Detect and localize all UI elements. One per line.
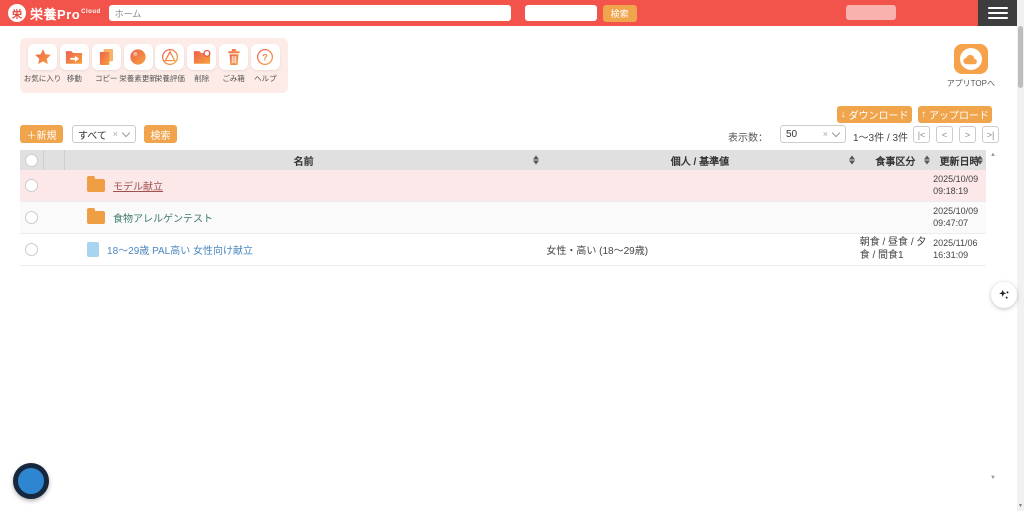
column-header-meal[interactable]: 食事区分 <box>858 150 933 170</box>
trash-icon <box>219 44 249 70</box>
app-logo: 栄 栄養ProCloud <box>0 4 109 23</box>
row-updated: 2025/11/06 16:31:09 <box>933 237 978 260</box>
window-scrollbar-thumb[interactable] <box>1018 26 1023 88</box>
header-search-button[interactable]: 検索 <box>602 4 637 22</box>
account-button[interactable] <box>846 5 896 20</box>
row-updated: 2025/10/09 09:47:07 <box>933 205 979 228</box>
toolbar-nutrient-update-button[interactable]: 栄養素更新 <box>119 44 157 84</box>
table-row[interactable]: 18〜29歳 PAL高い 女性向け献立 女性・高い (18〜29歳) 朝食 / … <box>20 234 986 266</box>
sparkle-icon <box>999 289 1009 299</box>
toolbar-help-button[interactable]: ? ヘルプ <box>250 44 281 84</box>
svg-text:?: ? <box>263 53 269 63</box>
download-icon: ↓ <box>840 109 846 120</box>
header-search-input[interactable] <box>524 5 597 21</box>
table-scroll-down-icon[interactable]: ▼ <box>990 475 996 481</box>
folder-icon <box>87 176 106 192</box>
breadcrumb[interactable]: ホーム <box>108 5 511 21</box>
pagination-last-button[interactable]: >| <box>982 126 999 143</box>
table-header-row: 名前 個人 / 基準値 食事区分 更新日時 <box>20 150 986 170</box>
nutrient-ball-icon <box>123 44 153 70</box>
upload-button[interactable]: ↑ アップロード <box>918 106 992 123</box>
display-count-value: 50 <box>786 128 798 140</box>
row-radio[interactable] <box>25 243 39 256</box>
sort-icon[interactable] <box>977 155 984 165</box>
table-row[interactable]: モデル献立 2025/10/09 09:18:19 <box>20 170 986 202</box>
scrollbar-down-arrow-icon[interactable]: ▼ <box>1017 503 1024 509</box>
column-header-updated[interactable]: 更新日時 <box>933 150 986 170</box>
app-logo-cloud-sup: Cloud <box>81 9 101 16</box>
app-top-button[interactable]: アプリTOPへ <box>947 44 995 89</box>
delete-folder-icon <box>187 44 217 70</box>
toolbar: お気に入り 移動 コピー 栄養素更新 栄養評価 削除 ごみ箱 ? ヘルプ <box>20 38 288 93</box>
folder-icon <box>87 208 106 224</box>
column-header-name[interactable]: 名前 <box>65 150 542 170</box>
table-header-spacer <box>44 150 66 170</box>
row-updated: 2025/10/09 09:18:19 <box>933 173 979 196</box>
toolbar-move-button[interactable]: 移動 <box>59 44 90 84</box>
row-name-link[interactable]: モデル献立 <box>113 178 163 193</box>
display-count-label: 表示数： <box>728 133 768 144</box>
upload-icon: ↑ <box>921 109 926 120</box>
download-button[interactable]: ↓ ダウンロード <box>837 106 912 123</box>
row-radio[interactable] <box>25 211 39 224</box>
table-scroll-up-icon[interactable]: ▲ <box>990 152 996 158</box>
toolbar-favorite-button[interactable]: お気に入り <box>24 44 61 84</box>
copy-icon <box>91 44 121 70</box>
row-name-link[interactable]: 食物アレルゲンテスト <box>113 210 213 225</box>
pagination-next-button[interactable]: > <box>959 126 976 143</box>
pagination-first-button[interactable]: |< <box>913 126 930 143</box>
table-row[interactable]: 食物アレルゲンテスト 2025/10/09 09:47:07 <box>20 202 986 234</box>
filter-clear-icon[interactable]: × <box>113 129 118 139</box>
hamburger-menu-icon[interactable] <box>978 0 1017 26</box>
result-range-text: 1〜3件 / 3件 <box>853 133 909 144</box>
help-question-icon: ? <box>250 44 280 70</box>
favorite-star-icon <box>28 44 57 70</box>
assistant-sparkle-button[interactable] <box>991 282 1017 308</box>
sort-icon[interactable] <box>924 155 931 165</box>
app-header: 栄 栄養ProCloud ホーム 検索 <box>0 0 1024 26</box>
pagination-prev-button[interactable]: < <box>936 126 953 143</box>
filter-dropdown-value: すべて <box>78 130 107 142</box>
sort-icon[interactable] <box>533 155 540 165</box>
display-count-clear-icon[interactable]: × <box>823 129 828 139</box>
filter-dropdown[interactable]: すべて × <box>72 125 136 143</box>
toolbar-delete-button[interactable]: 削除 <box>186 44 217 84</box>
row-name-link[interactable]: 18〜29歳 PAL高い 女性向け献立 <box>107 242 253 257</box>
row-radio[interactable] <box>25 179 39 192</box>
move-folder-icon <box>59 44 89 70</box>
app-logo-icon: 栄 <box>8 4 26 22</box>
chevron-down-icon <box>831 128 841 137</box>
toolbar-nutrition-eval-button[interactable]: 栄養評価 <box>154 44 185 84</box>
content-table: 名前 個人 / 基準値 食事区分 更新日時 モデル献立 2025/10/09 0… <box>20 150 986 266</box>
column-header-personal[interactable]: 個人 / 基準値 <box>542 150 857 170</box>
select-all-radio[interactable] <box>20 150 44 170</box>
app-top-cloud-icon <box>953 44 988 74</box>
window-scrollbar[interactable]: ▼ <box>1017 0 1024 511</box>
accessibility-widget-button[interactable] <box>13 463 49 499</box>
file-icon <box>87 242 100 257</box>
new-button[interactable]: ＋新規 <box>20 125 63 143</box>
toolbar-trash-button[interactable]: ごみ箱 <box>218 44 249 84</box>
list-search-button[interactable]: 検索 <box>144 125 177 143</box>
sort-icon[interactable] <box>848 155 855 165</box>
app-logo-text: 栄養ProCloud <box>30 6 101 22</box>
toolbar-copy-button[interactable]: コピー <box>91 44 122 84</box>
display-count-dropdown[interactable]: 50 × <box>780 125 846 143</box>
nutrition-eval-radar-icon <box>155 44 185 70</box>
chevron-down-icon <box>121 128 131 137</box>
